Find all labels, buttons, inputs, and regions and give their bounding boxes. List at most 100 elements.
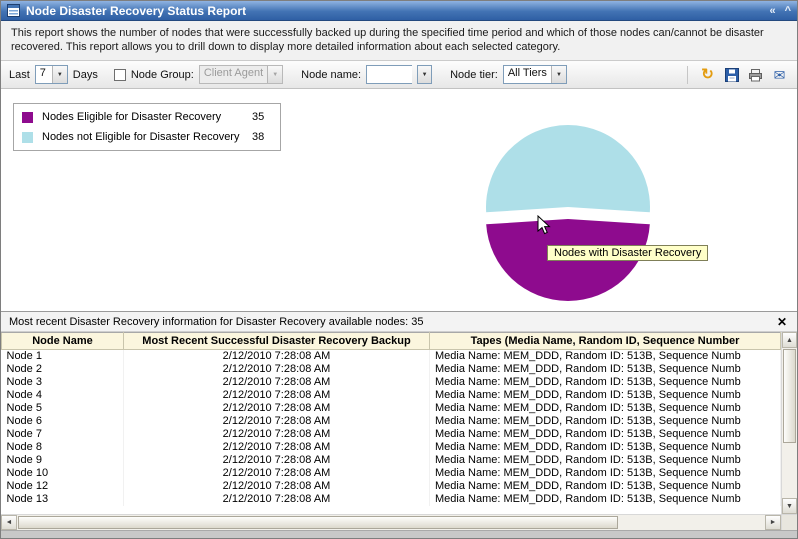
col-header-tapes[interactable]: Tapes (Media Name, Random ID, Sequence N… <box>429 332 781 350</box>
cell-tapes: Media Name: MEM_DDD, Random ID: 513B, Se… <box>429 467 781 480</box>
vertical-scroll-thumb[interactable] <box>783 349 796 443</box>
dropdown-arrow-icon[interactable]: ▼ <box>550 66 566 83</box>
detail-panel-header: Most recent Disaster Recovery informatio… <box>1 312 797 332</box>
cell-node-name: Node 2 <box>1 363 124 376</box>
print-icon[interactable] <box>746 65 765 84</box>
table-row[interactable]: Node 8 2/12/2010 7:28:08 AM Media Name: ME… <box>1 441 781 454</box>
node-name-dropdown-arrow-icon[interactable]: ▼ <box>417 65 433 84</box>
page-title: Node Disaster Recovery Status Report <box>26 3 247 18</box>
report-description: This report shows the number of nodes th… <box>1 21 797 61</box>
cell-node-name: Node 13 <box>1 493 124 506</box>
cell-tapes: Media Name: MEM_DDD, Random ID: 513B, Se… <box>429 402 781 415</box>
detail-panel-title: Most recent Disaster Recovery informatio… <box>9 315 424 328</box>
scrollbar-corner <box>781 515 797 530</box>
table-row[interactable]: Node 4 2/12/2010 7:28:08 AM Media Name: ME… <box>1 389 781 402</box>
last-days-select[interactable]: 7 ▼ <box>34 65 68 84</box>
nodes-table: Node Name Most Recent Successful Disaste… <box>1 332 781 506</box>
cell-tapes: Media Name: MEM_DDD, Random ID: 513B, Se… <box>429 363 781 376</box>
cell-backup-time: 2/12/2010 7:28:08 AM <box>123 428 430 441</box>
table-header-row: Node Name Most Recent Successful Disaste… <box>1 332 781 350</box>
cell-node-name: Node 5 <box>1 402 124 415</box>
table-body: Node 1 2/12/2010 7:28:08 AM Media Name: ME… <box>1 349 781 506</box>
node-tier-value: All Tiers <box>507 67 547 79</box>
scroll-up-icon[interactable]: ▲ <box>782 332 797 348</box>
dropdown-arrow-icon: ▼ <box>267 66 283 83</box>
cell-backup-time: 2/12/2010 7:28:08 AM <box>123 376 430 389</box>
days-label: Days <box>72 68 98 81</box>
window-shade-icon[interactable]: ^ <box>785 4 791 18</box>
legend-value: 35 <box>252 111 265 123</box>
cell-node-name: Node 8 <box>1 441 124 454</box>
toolbar-separator <box>687 65 688 84</box>
collapse-icon[interactable]: « <box>769 4 775 18</box>
cell-tapes: Media Name: MEM_DDD, Random ID: 513B, Se… <box>429 480 781 493</box>
cell-backup-time: 2/12/2010 7:28:08 AM <box>123 454 430 467</box>
cell-backup-time: 2/12/2010 7:28:08 AM <box>123 402 430 415</box>
scroll-right-icon[interactable]: ► <box>765 515 781 530</box>
cell-node-name: Node 7 <box>1 428 124 441</box>
cell-backup-time: 2/12/2010 7:28:08 AM <box>123 363 430 376</box>
pie-slice-not-eligible[interactable] <box>486 125 650 213</box>
table-region: Node Name Most Recent Successful Disaste… <box>1 332 797 514</box>
node-group-label: Node Group: <box>130 68 194 81</box>
scroll-left-icon[interactable]: ◄ <box>1 515 17 530</box>
cell-node-name: Node 1 <box>1 349 124 363</box>
report-window: Node Disaster Recovery Status Report « ^… <box>0 0 798 539</box>
table-row[interactable]: Node 9 2/12/2010 7:28:08 AM Media Name: ME… <box>1 454 781 467</box>
table-row[interactable]: Node 12 2/12/2010 7:28:08 AM Media Name: M… <box>1 480 781 493</box>
col-header-backup[interactable]: Most Recent Successful Disaster Recovery… <box>123 332 430 350</box>
close-icon[interactable]: ✕ <box>775 315 789 329</box>
table-row[interactable]: Node 10 2/12/2010 7:28:08 AM Media Name: M… <box>1 467 781 480</box>
cell-tapes: Media Name: MEM_DDD, Random ID: 513B, Se… <box>429 428 781 441</box>
vertical-scrollbar[interactable]: ▲ ▼ <box>781 332 797 514</box>
horizontal-scroll-thumb[interactable] <box>18 516 618 529</box>
col-header-node-name[interactable]: Node Name <box>1 332 124 350</box>
table-row[interactable]: Node 2 2/12/2010 7:28:08 AM Media Name: ME… <box>1 363 781 376</box>
cell-tapes: Media Name: MEM_DDD, Random ID: 513B, Se… <box>429 493 781 506</box>
refresh-icon[interactable]: ↻ <box>698 65 717 84</box>
save-icon[interactable] <box>722 65 741 84</box>
node-tier-label: Node tier: <box>450 68 498 81</box>
horizontal-scrollbar[interactable]: ◄ ► <box>1 514 797 530</box>
table-row[interactable]: Node 7 2/12/2010 7:28:08 AM Media Name: ME… <box>1 428 781 441</box>
legend-label: Nodes not Eligible for Disaster Recovery <box>42 131 240 143</box>
titlebar: Node Disaster Recovery Status Report « ^ <box>1 1 797 21</box>
cell-backup-time: 2/12/2010 7:28:08 AM <box>123 480 430 493</box>
node-name-input[interactable] <box>366 65 413 84</box>
legend-item[interactable]: Nodes not Eligible for Disaster Recovery… <box>22 131 272 143</box>
dropdown-arrow-icon[interactable]: ▼ <box>51 66 67 83</box>
mouse-cursor-icon <box>537 215 551 235</box>
cell-backup-time: 2/12/2010 7:28:08 AM <box>123 441 430 454</box>
pie-chart <box>486 125 650 302</box>
cell-node-name: Node 10 <box>1 467 124 480</box>
last-label: Last <box>9 68 30 81</box>
report-icon <box>7 4 20 17</box>
cell-tapes: Media Name: MEM_DDD, Random ID: 513B, Se… <box>429 415 781 428</box>
node-name-label: Node name: <box>301 68 362 81</box>
cell-node-name: Node 12 <box>1 480 124 493</box>
cell-backup-time: 2/12/2010 7:28:08 AM <box>123 467 430 480</box>
cell-backup-time: 2/12/2010 7:28:08 AM <box>123 493 430 506</box>
cell-backup-time: 2/12/2010 7:28:08 AM <box>123 389 430 402</box>
node-group-checkbox[interactable] <box>113 68 126 81</box>
node-tier-select[interactable]: All Tiers ▼ <box>502 65 567 84</box>
legend-value: 38 <box>252 131 265 143</box>
table-row[interactable]: Node 13 2/12/2010 7:28:08 AM Media Name: M… <box>1 493 781 506</box>
cell-tapes: Media Name: MEM_DDD, Random ID: 513B, Se… <box>429 454 781 467</box>
cell-tapes: Media Name: MEM_DDD, Random ID: 513B, Se… <box>429 376 781 389</box>
window-bottom-frame <box>1 530 797 538</box>
legend-item[interactable]: Nodes Eligible for Disaster Recovery 35 <box>22 111 272 123</box>
cell-backup-time: 2/12/2010 7:28:08 AM <box>123 415 430 428</box>
last-days-value: 7 <box>39 67 46 79</box>
table-row[interactable]: Node 3 2/12/2010 7:28:08 AM Media Name: ME… <box>1 376 781 389</box>
legend: Nodes Eligible for Disaster Recovery 35 No… <box>13 103 281 151</box>
email-icon[interactable]: ✉ <box>770 65 789 84</box>
table-row[interactable]: Node 5 2/12/2010 7:28:08 AM Media Name: ME… <box>1 402 781 415</box>
table-row[interactable]: Node 6 2/12/2010 7:28:08 AM Media Name: ME… <box>1 415 781 428</box>
cell-backup-time: 2/12/2010 7:28:08 AM <box>123 349 430 363</box>
filter-toolbar: Last 7 ▼ Days Node Group: Client Agent ▼… <box>1 61 797 89</box>
detail-panel: Most recent Disaster Recovery informatio… <box>1 311 797 530</box>
scroll-down-icon[interactable]: ▼ <box>782 498 797 514</box>
legend-swatch <box>22 131 33 143</box>
table-row[interactable]: Node 1 2/12/2010 7:28:08 AM Media Name: ME… <box>1 349 781 363</box>
